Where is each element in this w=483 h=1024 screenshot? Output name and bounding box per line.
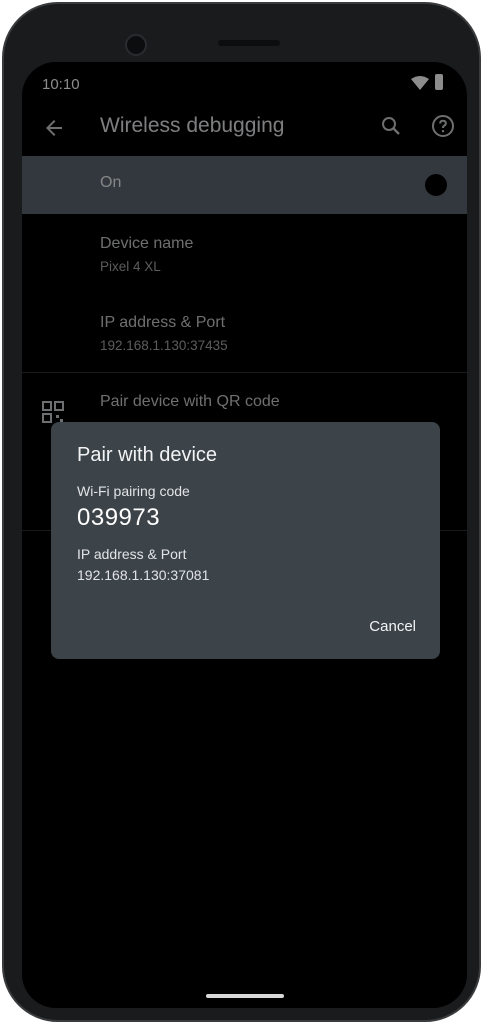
screen: 10:10 Wireless debugging On Device name … <box>22 62 467 1008</box>
front-camera <box>125 34 147 56</box>
pairing-code-label: Wi-Fi pairing code <box>77 483 190 499</box>
gesture-navigation-bar[interactable] <box>206 994 284 998</box>
dialog-ip-value: 192.168.1.130:37081 <box>77 567 210 583</box>
earpiece-speaker <box>218 40 280 46</box>
dialog-title: Pair with device <box>77 444 218 466</box>
pairing-code: 039973 <box>77 504 161 531</box>
pair-with-device-dialog: Pair with device Wi-Fi pairing code 0399… <box>51 422 440 659</box>
dialog-ip-label: IP address & Port <box>77 546 187 562</box>
phone-frame: 10:10 Wireless debugging On Device name … <box>2 2 481 1022</box>
cancel-button[interactable]: Cancel <box>369 618 416 635</box>
